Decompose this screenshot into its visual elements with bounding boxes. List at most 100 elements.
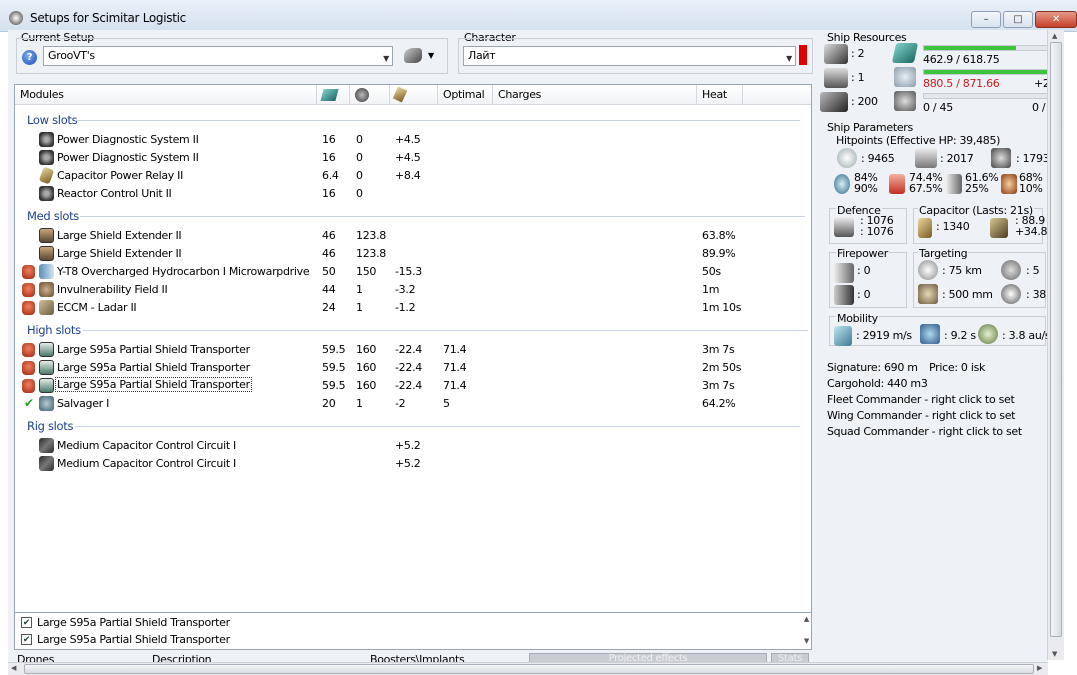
module-row-selected[interactable]: Large S95a Partial Shield Transporter 59… xyxy=(15,377,805,395)
help-icon[interactable]: ? xyxy=(22,50,37,65)
scroll-left-icon[interactable]: ◀ xyxy=(11,664,16,672)
scroll-up-icon[interactable]: ▲ xyxy=(804,615,809,623)
heat-status-icon[interactable] xyxy=(22,283,35,297)
capacitor-recharge-icon xyxy=(990,218,1008,238)
maximize-button[interactable]: □ xyxy=(1003,11,1033,28)
module-cpu: 59.5 xyxy=(322,361,346,374)
module-cpu: 20 xyxy=(322,397,336,410)
vertical-scrollbar[interactable]: ▲ ▼ xyxy=(1047,30,1064,660)
heat-status-icon[interactable] xyxy=(22,265,35,279)
module-pg: 0 xyxy=(356,187,363,200)
module-row[interactable]: Reactor Control Unit II 16 0 xyxy=(15,185,805,203)
heat-status-icon[interactable] xyxy=(22,379,35,393)
calibration-icon xyxy=(820,92,848,112)
module-heat: 2m 50s xyxy=(702,361,742,374)
module-row[interactable]: ECCM - Ladar II 24 1 -1.2 1m 10s xyxy=(15,299,805,317)
heat-status-icon[interactable] xyxy=(22,301,35,315)
scrollbar-thumb[interactable] xyxy=(1050,42,1062,637)
list-item[interactable]: ✔ Large S95a Partial Shield Transporter xyxy=(15,615,795,631)
heat-status-icon[interactable] xyxy=(22,361,35,375)
wing-commander[interactable]: Wing Commander - right click to set xyxy=(827,409,1016,422)
module-row[interactable]: Large S95a Partial Shield Transporter 59… xyxy=(15,359,805,377)
module-cap: +4.5 xyxy=(395,151,421,164)
cpu-icon xyxy=(891,43,919,63)
cpu-bar xyxy=(923,45,1048,51)
target-range-icon xyxy=(918,260,938,280)
module-pg: 160 xyxy=(356,379,377,392)
module-row[interactable]: Large Shield Extender II 46 123.8 63.8% xyxy=(15,227,805,245)
fleet-commander[interactable]: Fleet Commander - right click to set xyxy=(827,393,1015,406)
scroll-up-icon[interactable]: ▲ xyxy=(1052,32,1057,40)
align-time-icon xyxy=(920,324,940,344)
module-cap: -22.4 xyxy=(395,379,422,392)
checkmark-icon[interactable]: ✔ xyxy=(24,396,34,410)
ship-menu-button[interactable]: ▼ xyxy=(404,48,438,64)
minimize-button[interactable]: – xyxy=(971,11,1001,28)
module-row[interactable]: Y-T8 Overcharged Hydrocarbon I Microwarp… xyxy=(15,263,805,281)
checkbox[interactable]: ✔ xyxy=(21,634,32,645)
col-heat[interactable]: Heat xyxy=(697,85,743,105)
col-charges[interactable]: Charges xyxy=(493,85,697,105)
col-powergrid[interactable] xyxy=(350,85,390,105)
status-indicator xyxy=(799,45,807,65)
capacitor-icon xyxy=(918,218,932,238)
module-optimal: 5 xyxy=(443,397,450,410)
col-capacitor[interactable] xyxy=(390,85,438,105)
module-optimal: 71.4 xyxy=(443,361,467,374)
module-name: Medium Capacitor Control Circuit I xyxy=(57,457,236,470)
powergrid-icon xyxy=(894,67,916,87)
col-cpu[interactable] xyxy=(317,85,350,105)
section-rig-slots: Rig slots xyxy=(27,419,74,433)
scroll-down-icon[interactable]: ▼ xyxy=(804,637,809,645)
module-cap: +5.2 xyxy=(395,439,421,452)
squad-commander[interactable]: Squad Commander - right click to set xyxy=(827,425,1022,438)
module-row[interactable]: Invulnerability Field II 44 1 -3.2 1m xyxy=(15,281,805,299)
defence-icon xyxy=(834,217,854,237)
character-select-value: Лайт xyxy=(468,49,496,62)
module-row[interactable]: Large S95a Partial Shield Transporter 59… xyxy=(15,341,805,359)
module-cap: -3.2 xyxy=(395,283,416,296)
chevron-down-icon: ▼ xyxy=(383,54,389,63)
module-row[interactable]: Power Diagnostic System II 16 0 +4.5 xyxy=(15,131,805,149)
setup-select[interactable]: GrooVT's ▼ xyxy=(43,46,393,66)
explosive-resist-value: 68% 10% xyxy=(1019,171,1043,195)
module-name: Invulnerability Field II xyxy=(57,283,168,296)
scrollbar-thumb[interactable] xyxy=(24,664,1034,674)
character-select[interactable]: Лайт ▼ xyxy=(463,46,796,66)
col-optimal[interactable]: Optimal xyxy=(438,85,493,105)
divider xyxy=(75,120,800,121)
shield-transporter-icon xyxy=(39,342,54,357)
module-row[interactable]: ✔ Salvager I 20 1 -2 5 64.2% xyxy=(15,395,805,413)
module-row[interactable]: Large Shield Extender II 46 123.8 89.9% xyxy=(15,245,805,263)
reactor-control-icon xyxy=(39,186,54,201)
module-name: ECCM - Ladar II xyxy=(57,301,137,314)
module-row[interactable]: Power Diagnostic System II 16 0 +4.5 xyxy=(15,149,805,167)
module-name: Large S95a Partial Shield Transporter xyxy=(55,377,252,392)
module-pg: 150 xyxy=(356,265,377,278)
divider xyxy=(75,426,800,427)
module-row[interactable]: Medium Capacitor Control Circuit I +5.2 xyxy=(15,455,805,473)
heat-status-icon[interactable] xyxy=(22,343,35,357)
cpu-bar-fill xyxy=(924,46,1016,50)
module-row[interactable]: Medium Capacitor Control Circuit I +5.2 xyxy=(15,437,805,455)
module-cpu: 16 xyxy=(322,151,336,164)
col-modules[interactable]: Modules xyxy=(15,85,317,105)
checkbox[interactable]: ✔ xyxy=(21,617,32,628)
firepower-missile: : 0 xyxy=(857,288,871,301)
armor-hp-value: : 2017 xyxy=(940,152,974,165)
module-name: Large S95a Partial Shield Transporter xyxy=(57,361,250,374)
module-row[interactable]: Capacitor Power Relay II 6.4 0 +8.4 xyxy=(15,166,805,185)
kinetic-resist-value: 61.6% 25% xyxy=(965,171,999,195)
module-heat: 89.9% xyxy=(702,247,736,260)
scan-resolution-value: : 500 mm xyxy=(942,288,993,301)
shield-hp-value: : 9465 xyxy=(861,152,895,165)
shield-extender-icon xyxy=(39,246,54,261)
turret-count: : 2 xyxy=(851,47,865,60)
list-item[interactable]: ✔ Large S95a Partial Shield Transporter xyxy=(15,632,795,648)
scroll-down-icon[interactable]: ▼ xyxy=(1052,650,1057,658)
horizontal-scrollbar[interactable]: ◀ ▶ xyxy=(8,662,1048,675)
module-heat: 3m 7s xyxy=(702,343,735,356)
power-diagnostic-icon xyxy=(39,132,54,147)
close-button[interactable]: ✕ xyxy=(1035,11,1077,28)
scroll-right-icon[interactable]: ▶ xyxy=(1037,664,1042,672)
